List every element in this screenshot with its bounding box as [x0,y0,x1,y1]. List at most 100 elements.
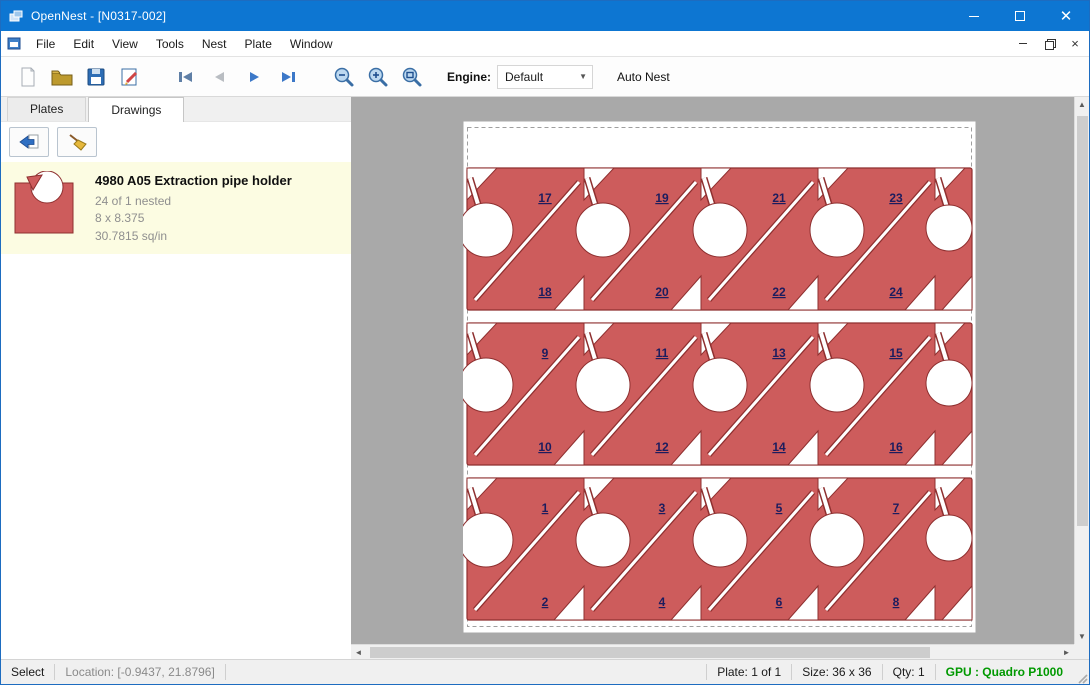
part-number-label[interactable]: 13 [772,346,786,360]
part-number-label[interactable]: 7 [893,501,900,515]
part-number-label[interactable]: 10 [538,440,552,454]
scroll-left-icon[interactable]: ◄ [351,645,366,660]
resize-grip[interactable] [1073,660,1089,685]
drawing-list-item[interactable]: 4980 A05 Extraction pipe holder 24 of 1 … [1,162,351,254]
save-button[interactable] [79,61,113,93]
minimize-button[interactable] [951,1,997,31]
part-number-label[interactable]: 22 [772,285,786,299]
pipe-hole [693,358,747,412]
nav-first-icon [176,70,196,84]
menu-nest[interactable]: Nest [193,31,236,57]
clean-drawings-button[interactable] [57,127,97,157]
engine-dropdown[interactable]: Default ▼ [497,65,593,89]
engine-dropdown-value: Default [505,70,543,84]
save-edit-button[interactable] [113,61,147,93]
drawings-toolbar [1,122,351,162]
part-number-label[interactable]: 9 [542,346,549,360]
part-number-label[interactable]: 3 [659,501,666,515]
nest-canvas[interactable]: 171819202122232491011121314151612345678 … [351,97,1089,659]
part-number-label[interactable]: 2 [542,595,549,609]
part-number-label[interactable]: 11 [656,346,669,360]
first-plate-button[interactable] [169,61,203,93]
open-button[interactable] [45,61,79,93]
part-number-label[interactable]: 23 [889,191,903,205]
menu-tools[interactable]: Tools [147,31,193,57]
part-number-label[interactable]: 15 [889,346,903,360]
part-number-label[interactable]: 4 [659,595,666,609]
maximize-button[interactable] [997,1,1043,31]
mdi-close-icon: × [1071,37,1079,50]
plate-canvas[interactable]: 171819202122232491011121314151612345678 [463,121,976,633]
pipe-hole [810,513,864,567]
scroll-down-icon[interactable]: ▼ [1075,629,1090,644]
part-number-label[interactable]: 18 [538,285,552,299]
menu-view[interactable]: View [103,31,147,57]
open-folder-icon [50,66,74,88]
part-number-label[interactable]: 19 [655,191,669,205]
tab-drawings[interactable]: Drawings [88,97,184,122]
close-button[interactable]: ✕ [1043,1,1089,31]
part-number-label[interactable]: 5 [776,501,783,515]
mdi-minimize-button[interactable] [1011,34,1035,54]
zoom-in-button[interactable] [361,61,395,93]
pipe-hole [693,513,747,567]
horizontal-scrollbar[interactable]: ◄ ► [351,644,1074,659]
zoom-out-button[interactable] [327,61,361,93]
app-window: OpenNest - [N0317-002] ✕ File Edit View … [0,0,1090,685]
part-number-label[interactable]: 20 [655,285,669,299]
new-button[interactable] [11,61,45,93]
sidebar-tab-strip: Plates Drawings [1,97,351,122]
nest-row: 17 18 19 20 21 22 23 24 [463,168,972,310]
page-pencil-icon [119,66,141,88]
last-plate-button[interactable] [271,61,305,93]
mdi-minimize-icon [1019,43,1027,44]
menu-file[interactable]: File [27,31,64,57]
part-number-label[interactable]: 1 [542,501,549,515]
part-number-label[interactable]: 16 [889,440,903,454]
nest-row: 9 10 11 12 13 14 15 16 [463,323,972,465]
part-number-label[interactable]: 8 [893,595,900,609]
window-title: OpenNest - [N0317-002] [31,9,166,23]
drawing-size: 8 x 8.375 [95,210,292,227]
part-number-label[interactable]: 14 [772,440,786,454]
nav-next-icon [244,70,264,84]
zoom-fit-button[interactable] [395,61,429,93]
menu-plate[interactable]: Plate [236,31,281,57]
zoom-in-icon [367,66,389,88]
mdi-restore-icon [1045,39,1054,48]
part-number-label[interactable]: 17 [538,191,552,205]
replace-drawing-button[interactable] [9,127,49,157]
nest-row: 1 2 3 4 5 6 7 8 [463,478,972,620]
next-plate-button[interactable] [237,61,271,93]
drawing-info: 4980 A05 Extraction pipe holder 24 of 1 … [95,171,292,245]
pipe-hole [463,358,513,412]
status-plate: Plate: 1 of 1 [707,660,791,684]
previous-plate-button[interactable] [203,61,237,93]
vertical-scrollbar[interactable]: ▲ ▼ [1074,97,1089,644]
auto-nest-button[interactable]: Auto Nest [609,65,678,89]
pipe-hole [810,358,864,412]
status-mode: Select [1,660,54,684]
horizontal-scroll-thumb[interactable] [370,647,930,658]
zoom-fit-icon [401,66,423,88]
zoom-out-icon [333,66,355,88]
scroll-right-icon[interactable]: ► [1059,645,1074,660]
pipe-hole [576,358,630,412]
pipe-hole [926,515,972,561]
part-number-label[interactable]: 21 [772,191,786,205]
part-number-label[interactable]: 6 [776,595,783,609]
blue-arrow-left-icon [18,133,40,151]
menu-edit[interactable]: Edit [64,31,103,57]
menu-window[interactable]: Window [281,31,342,57]
mdi-restore-button[interactable] [1037,34,1061,54]
menu-bar: File Edit View Tools Nest Plate Window × [1,31,1089,57]
minimize-icon [969,16,979,17]
scroll-up-icon[interactable]: ▲ [1075,97,1090,112]
app-icon [1,8,31,24]
part-number-label[interactable]: 12 [655,440,669,454]
part-number-label[interactable]: 24 [889,285,903,299]
vertical-scroll-thumb[interactable] [1077,116,1088,526]
pipe-hole [926,360,972,406]
tab-plates[interactable]: Plates [7,97,86,121]
mdi-close-button[interactable]: × [1063,34,1087,54]
